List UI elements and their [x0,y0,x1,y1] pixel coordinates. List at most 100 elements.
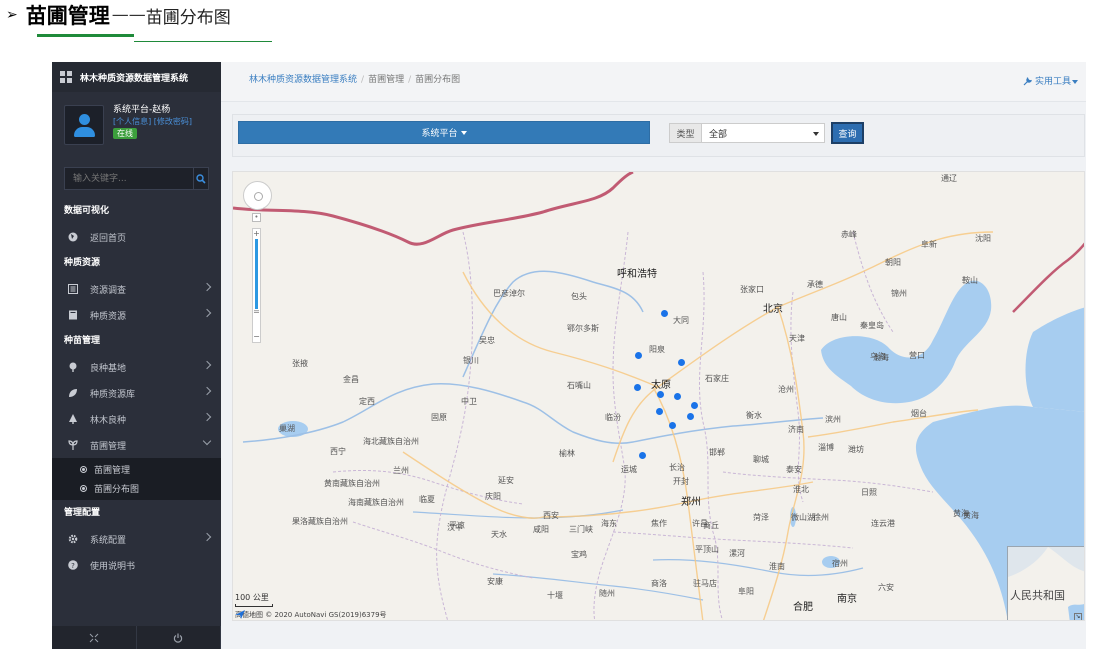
place-label: 微山湖 [791,513,815,522]
place-label: 沧州 [778,385,794,394]
user-name: 系统平台-赵杨 [113,105,171,115]
nursery-marker[interactable] [661,310,668,317]
fullscreen-button[interactable] [52,626,137,649]
zoom-out-button[interactable]: − [253,332,260,341]
overview-map[interactable]: 人民共和国 ↘ [1007,546,1084,620]
type-select-value: 全部 [709,129,728,140]
place-label: 兰州 [393,466,409,475]
gear-icon [68,534,78,544]
place-label: 张家口 [740,285,764,294]
type-select[interactable]: 全部 [702,123,825,143]
zoom-handle[interactable]: = [253,307,260,316]
nursery-map[interactable]: 呼和浩特 北京 天津 银川 太原 石家庄 济南 西宁 兰州 郑州 西安 合肥 南… [232,171,1085,621]
query-button[interactable]: 查询 [831,122,864,144]
subitem-nursery-management[interactable]: 苗圃管理 [52,460,221,479]
heading-underline [134,41,272,42]
place-label: 巴彦淖尔 [493,289,525,298]
nursery-marker[interactable] [674,393,681,400]
place-label: 黄海 [953,509,969,518]
sidebar-item-germplasm-bank[interactable]: 种质资源库 [52,380,221,406]
book-icon [68,310,78,320]
sidebar-item-germplasm[interactable]: 种质资源 [52,302,221,328]
sidebar-item-nursery[interactable]: 苗圃管理 [52,432,221,458]
search-button[interactable] [193,167,209,190]
app-window: 林木种质资源数据管理系统 系统平台-赵杨 [个人信息] [修改密码] 在线 数据… [52,62,1086,649]
breadcrumb-home-link[interactable]: 林木种质资源数据管理系统 [249,75,357,85]
search-input[interactable] [64,167,193,190]
breadcrumb-item: 苗圃管理 [368,75,405,85]
zoom-in-button[interactable]: + [253,229,260,238]
north-korea-sea [1025,307,1084,412]
platform-label: 系统平台 [421,129,458,139]
sidebar-item-system-config[interactable]: 系统配置 [52,526,221,552]
place-label: 北京 [763,304,783,315]
place-label: 安康 [487,577,503,586]
place-label: 秦皇岛 [860,321,884,330]
place-label: 金昌 [343,375,359,384]
tools-dropdown[interactable]: 实用工具 [1023,74,1078,87]
place-label: 太原 [651,380,671,391]
sidebar-search [64,167,209,190]
sidebar-item-label: 林木良种 [90,415,127,426]
sidebar-item-survey[interactable]: 资源调查 [52,276,221,302]
chevron-right-icon [202,532,212,542]
doc-title-separator: —— [111,5,146,25]
amap-logo-icon [235,610,245,619]
nursery-marker[interactable] [656,408,663,415]
topbar: 林木种质资源数据管理系统 / 苗圃管理 / 苗圃分布图 实用工具 [221,62,1086,102]
place-label: 黄南藏族自治州 [324,479,380,488]
place-label: 许昌 [692,519,708,528]
logout-button[interactable] [137,626,221,649]
zoom-location-button[interactable]: • [252,213,261,222]
section-seedling: 种苗管理 [64,336,101,346]
sidebar-item-fine-variety[interactable]: 林木良种 [52,406,221,432]
zoom-track[interactable] [255,239,258,309]
filter-panel: 系统平台 类型 全部 查询 [232,114,1085,157]
nursery-marker[interactable] [639,452,646,459]
nursery-marker[interactable] [657,391,664,398]
place-label: 阳泉 [649,345,665,354]
nursery-marker[interactable] [691,402,698,409]
nursery-marker[interactable] [669,422,676,429]
grid-menu-icon[interactable] [60,71,72,83]
sidebar-item-home[interactable]: 返回首页 [52,224,221,250]
place-label: 开封 [673,477,689,486]
caret-down-icon [813,132,819,136]
sidebar-item-seed-base[interactable]: 良种基地 [52,354,221,380]
overview-toggle-icon[interactable]: ↘ [1074,613,1082,620]
zoom-slider[interactable]: + = − [252,228,261,343]
user-info: 系统平台-赵杨 [个人信息] [修改密码] 在线 [113,105,192,139]
nursery-marker[interactable] [635,352,642,359]
map-pan-control[interactable] [243,181,272,210]
place-label: 银川 [463,356,479,365]
chevron-right-icon [202,282,212,292]
overview-map-image [1008,547,1084,620]
sidebar-item-label: 返回首页 [90,233,127,244]
nursery-marker[interactable] [687,413,694,420]
breadcrumb-current: 苗圃分布图 [415,75,461,85]
place-label: 赤峰 [841,230,857,239]
nursery-marker[interactable] [678,359,685,366]
place-label: 滨州 [825,415,841,424]
place-label: 中卫 [461,397,477,406]
place-label: 锦州 [891,289,907,298]
place-label: 商洛 [651,579,667,588]
dot-circle-icon [80,466,87,473]
doc-heading: ➢ 苗圃管理 —— 苗圃分布图 [6,0,231,30]
national-border [233,172,634,246]
place-label: 阜阳 [738,587,754,596]
user-profile-links[interactable]: [个人信息] [修改密码] [113,116,192,127]
subitem-nursery-map[interactable]: 苗圃分布图 [52,479,221,498]
avatar [64,105,104,145]
place-label: 鞍山 [962,276,978,285]
user-icon-body [74,127,95,137]
place-label: 宝鸡 [571,550,587,559]
sidebar-item-manual[interactable]: ? 使用说明书 [52,552,221,578]
place-label: 邯郸 [709,448,725,457]
tools-label: 实用工具 [1034,77,1071,87]
place-label: 宿州 [832,559,848,568]
nursery-marker[interactable] [634,384,641,391]
place-label: 泰安 [786,465,802,474]
platform-dropdown-button[interactable]: 系统平台 [238,121,650,144]
power-icon [174,633,183,643]
